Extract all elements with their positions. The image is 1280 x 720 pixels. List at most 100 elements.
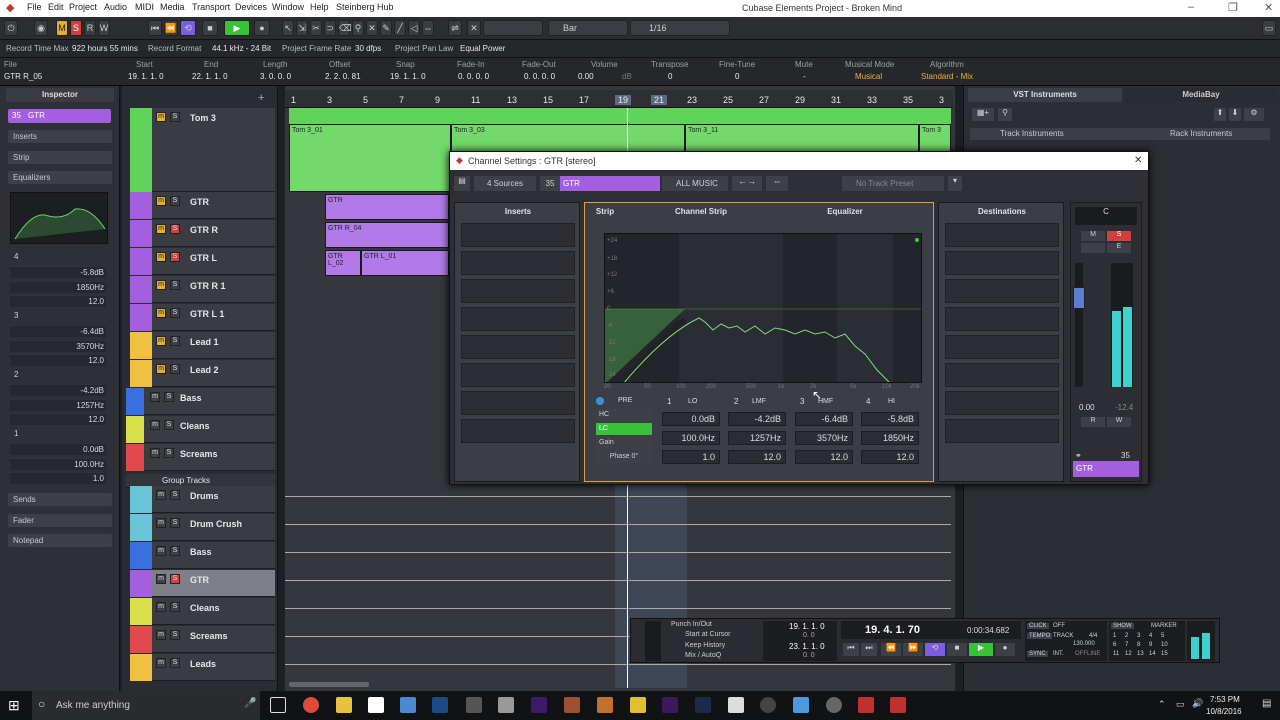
- fader-handle[interactable]: [1073, 287, 1085, 309]
- store-icon[interactable]: [368, 697, 384, 713]
- inspector-section-fader[interactable]: Fader: [8, 514, 112, 527]
- add-track-icon[interactable]: +: [258, 92, 264, 104]
- maximize-icon[interactable]: ❐: [1228, 1, 1238, 14]
- destination-slot[interactable]: [945, 363, 1059, 387]
- play-icon[interactable]: ▶: [224, 20, 250, 36]
- constrain-delay-icon[interactable]: ◉: [34, 20, 48, 36]
- zoom-tool-icon[interactable]: ⚲: [352, 20, 364, 36]
- track-row[interactable]: m S GTR L 1: [130, 304, 275, 331]
- lightroom-icon[interactable]: [695, 697, 711, 713]
- track-mute-button[interactable]: m: [156, 574, 166, 584]
- track-row[interactable]: m S Leads: [130, 654, 275, 681]
- insert-slot[interactable]: [461, 251, 575, 275]
- track-solo-button[interactable]: S: [170, 308, 180, 318]
- track-solo-button[interactable]: S: [170, 490, 180, 500]
- gain-control[interactable]: Gain: [596, 437, 652, 449]
- inspector-band3-gain[interactable]: -6.4dB: [10, 325, 106, 337]
- app-icon[interactable]: [858, 697, 874, 713]
- track-mute-button[interactable]: m: [156, 602, 166, 612]
- track-row[interactable]: m S Cleans: [130, 598, 275, 625]
- insert-slot[interactable]: [461, 363, 575, 387]
- track-solo-button[interactable]: S: [170, 112, 180, 122]
- object-selection-tool-icon[interactable]: ↖: [282, 20, 294, 36]
- app-icon[interactable]: [466, 697, 482, 713]
- snap-off-icon[interactable]: ✕: [467, 20, 481, 36]
- track-mute-button[interactable]: m: [156, 364, 166, 374]
- band3-freq-field[interactable]: 3570Hz: [795, 431, 853, 445]
- track-mute-button[interactable]: m: [156, 308, 166, 318]
- menu-audio[interactable]: Audio: [104, 2, 127, 12]
- line-tool-icon[interactable]: ╱: [394, 20, 406, 36]
- track-row[interactable]: m S Lead 2: [130, 360, 275, 387]
- destinations-tab[interactable]: Destinations: [939, 205, 1065, 218]
- track-solo-button[interactable]: S: [170, 518, 180, 528]
- track-row[interactable]: m S GTR R: [130, 220, 275, 247]
- info-value-musical-mode[interactable]: Musical: [855, 72, 882, 81]
- track-solo-button[interactable]: S: [170, 658, 180, 668]
- inspector-band1-gain[interactable]: 0.0dB: [10, 443, 106, 455]
- erase-tool-icon[interactable]: ⌫: [338, 20, 352, 36]
- inspector-band3-q[interactable]: 12.0: [10, 354, 106, 366]
- close-icon[interactable]: ✕: [1264, 1, 1273, 14]
- track-mute-button[interactable]: m: [156, 630, 166, 640]
- band1-gain-field[interactable]: 0.0dB: [662, 412, 720, 426]
- tempo-value[interactable]: 130.000: [1073, 641, 1095, 647]
- inspector-section-equalizers[interactable]: Equalizers: [8, 171, 112, 184]
- range-tool-icon[interactable]: ⇲: [296, 20, 308, 36]
- track-mute-button[interactable]: m: [156, 224, 166, 234]
- chrome-icon[interactable]: [303, 697, 319, 713]
- inspector-band3-freq[interactable]: 3570Hz: [10, 340, 106, 352]
- marker-2[interactable]: 2: [1125, 633, 1128, 639]
- add-instrument-icon[interactable]: ▦+: [972, 108, 994, 121]
- rewind-icon[interactable]: ⏪: [164, 20, 178, 36]
- inspector-band4-q[interactable]: 12.0: [10, 295, 106, 307]
- band4-gain-field[interactable]: -5.8dB: [861, 412, 919, 426]
- insert-slot[interactable]: [461, 223, 575, 247]
- pan-control[interactable]: C: [1075, 207, 1137, 225]
- audio-part[interactable]: GTR L_02: [325, 250, 361, 276]
- fast-forward-icon[interactable]: ⏩: [903, 643, 923, 656]
- track-row[interactable]: m S Bass: [126, 388, 275, 415]
- tab-vst-instruments[interactable]: VST Instruments: [968, 88, 1122, 102]
- activate-project-icon[interactable]: ⏻: [4, 20, 18, 36]
- strip-tab[interactable]: Strip: [585, 205, 625, 218]
- photos-icon[interactable]: [400, 697, 416, 713]
- track-row-selected[interactable]: m S GTR: [130, 570, 275, 597]
- rack-instruments-label[interactable]: Rack Instruments: [1170, 129, 1232, 138]
- destination-slot[interactable]: [945, 307, 1059, 331]
- taskbar-date[interactable]: 10/8/2016: [1206, 707, 1242, 716]
- track-row[interactable]: m S Drums: [130, 486, 275, 513]
- inspector-band4-freq[interactable]: 1850Hz: [10, 281, 106, 293]
- band1-q-field[interactable]: 1.0: [662, 450, 720, 464]
- high-cut-button[interactable]: HC: [596, 409, 652, 421]
- track-mute-button[interactable]: m: [150, 420, 160, 430]
- track-preset-field[interactable]: No Track Preset: [842, 176, 944, 191]
- tempo-button[interactable]: TEMPO: [1027, 633, 1053, 639]
- track-row[interactable]: m S GTR R 1: [130, 276, 275, 303]
- band3-gain-field[interactable]: -6.4dB: [795, 412, 853, 426]
- track-solo-button[interactable]: S: [170, 602, 180, 612]
- sync-button[interactable]: SYNC: [1027, 651, 1048, 657]
- track-mute-button[interactable]: m: [156, 658, 166, 668]
- task-view-icon[interactable]: [270, 697, 286, 713]
- track-solo-button[interactable]: S: [164, 448, 174, 458]
- info-value-fade-in[interactable]: 0. 0. 0. 0: [458, 72, 489, 81]
- inspector-section-inserts[interactable]: Inserts: [8, 130, 112, 143]
- secondary-time-display[interactable]: 0:00:34.682: [967, 626, 1009, 635]
- snap-type-select[interactable]: [483, 20, 543, 36]
- frame-rate-value[interactable]: 30 dfps: [355, 44, 381, 53]
- stop-icon[interactable]: ■: [947, 643, 967, 656]
- track-row[interactable]: m S Screams: [130, 626, 275, 653]
- band2-gain-field[interactable]: -4.2dB: [728, 412, 786, 426]
- go-to-start-icon[interactable]: ⏮: [843, 643, 859, 656]
- insert-slot[interactable]: [461, 391, 575, 415]
- fader-edit-button[interactable]: E: [1107, 243, 1131, 253]
- sources-dropdown[interactable]: 4 Sources: [474, 176, 536, 191]
- arrow-up-icon[interactable]: ⬆: [1214, 108, 1226, 121]
- horizontal-scrollbar[interactable]: [289, 682, 369, 687]
- minimize-icon[interactable]: –: [1188, 1, 1194, 13]
- routing-dropdown[interactable]: ALL MUSIC: [662, 176, 728, 191]
- fader-listen-button[interactable]: [1081, 243, 1105, 253]
- track-mute-button[interactable]: m: [156, 196, 166, 206]
- premiere-icon[interactable]: [662, 697, 678, 713]
